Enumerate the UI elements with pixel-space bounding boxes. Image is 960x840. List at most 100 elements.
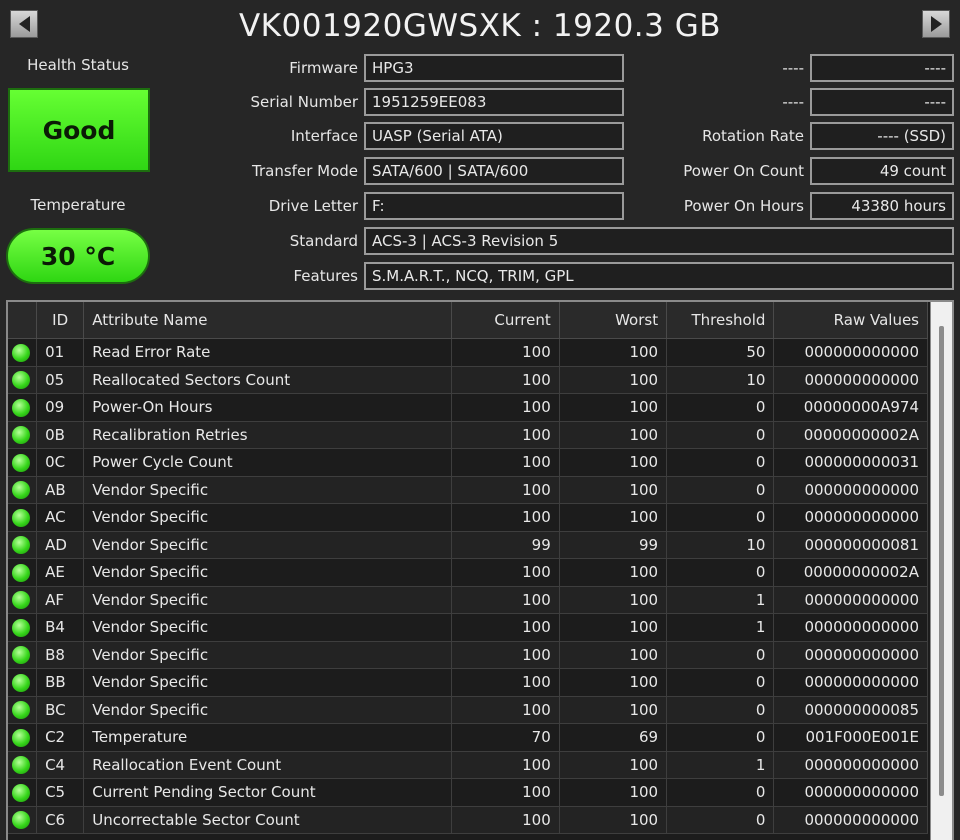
rotation-rate-field: ---- (SSD) <box>810 122 954 150</box>
cell-status <box>8 696 38 724</box>
table-row[interactable]: 01 Read Error Rate 100 100 50 000000000000 <box>8 338 928 367</box>
cell-raw-value: 000000000000 <box>773 476 928 504</box>
table-scrollbar[interactable] <box>930 302 952 840</box>
cell-threshold: 0 <box>666 393 775 422</box>
table-row[interactable]: BC Vendor Specific 100 100 0 000000000085 <box>8 696 928 724</box>
cell-status <box>8 806 38 834</box>
cell-current: 100 <box>451 641 560 669</box>
health-status-button[interactable]: Good <box>8 88 150 172</box>
good-status-dot-icon <box>12 811 30 829</box>
cell-attribute-name: Read Error Rate <box>83 338 453 367</box>
cell-id: 01 <box>36 338 85 367</box>
column-header-raw-values[interactable]: Raw Values <box>773 302 928 339</box>
table-row[interactable]: AC Vendor Specific 100 100 0 000000000000 <box>8 503 928 532</box>
column-header-worst[interactable]: Worst <box>559 302 668 339</box>
transfer-mode-label: Transfer Mode <box>252 162 358 180</box>
cell-raw-value: 000000000000 <box>773 668 928 697</box>
cell-current: 100 <box>451 558 560 587</box>
cell-raw-value: 000000000085 <box>773 696 928 724</box>
scrollbar-thumb[interactable] <box>939 326 944 796</box>
power-on-hours-field: 43380 hours <box>810 192 954 220</box>
power-on-count-label: Power On Count <box>683 162 804 180</box>
good-status-dot-icon <box>12 783 30 802</box>
column-header-id[interactable]: ID <box>36 302 85 339</box>
cell-attribute-name: Vendor Specific <box>83 696 453 724</box>
table-row[interactable]: 0C Power Cycle Count 100 100 0 000000000031 <box>8 448 928 477</box>
cell-threshold: 0 <box>666 421 775 449</box>
cell-status <box>8 668 38 697</box>
cell-raw-value: 000000000000 <box>773 338 928 367</box>
cell-status <box>8 366 38 394</box>
power-on-hours-label: Power On Hours <box>683 197 804 215</box>
cell-id: AD <box>36 531 85 559</box>
smart-attributes-table[interactable]: ID Attribute Name Current Worst Threshol… <box>6 300 954 840</box>
cell-threshold: 0 <box>666 558 775 587</box>
cell-current: 100 <box>451 806 560 834</box>
cell-id: AF <box>36 586 85 614</box>
cell-worst: 100 <box>559 421 668 449</box>
cell-worst: 100 <box>559 586 668 614</box>
cell-current: 100 <box>451 476 560 504</box>
table-row[interactable]: AD Vendor Specific 99 99 10 000000000081 <box>8 531 928 559</box>
transfer-mode-field: SATA/600 | SATA/600 <box>364 157 624 185</box>
cell-threshold: 0 <box>666 778 775 807</box>
good-status-dot-icon <box>12 481 30 499</box>
column-header-threshold[interactable]: Threshold <box>666 302 775 339</box>
cell-attribute-name: Vendor Specific <box>83 531 453 559</box>
table-row[interactable]: BB Vendor Specific 100 100 0 000000000000 <box>8 668 928 697</box>
column-header-current[interactable]: Current <box>451 302 560 339</box>
column-header-attribute-name[interactable]: Attribute Name <box>83 302 453 339</box>
cell-raw-value: 000000000031 <box>773 448 928 477</box>
triangle-right-icon <box>930 16 942 32</box>
cell-status <box>8 558 38 587</box>
firmware-field: HPG3 <box>364 54 624 82</box>
good-status-dot-icon <box>12 618 30 637</box>
table-row[interactable]: AF Vendor Specific 100 100 1 000000000000 <box>8 586 928 614</box>
cell-attribute-name: Uncorrectable Sector Count <box>83 806 453 834</box>
table-row[interactable]: 05 Reallocated Sectors Count 100 100 10 00000… <box>8 366 928 394</box>
cell-worst: 100 <box>559 613 668 642</box>
table-row[interactable]: C6 Uncorrectable Sector Count 100 100 0 00000… <box>8 806 928 834</box>
cell-id: 05 <box>36 366 85 394</box>
good-status-dot-icon <box>12 508 30 527</box>
table-row[interactable]: 0B Recalibration Retries 100 100 0 0000000000… <box>8 421 928 449</box>
serial-number-field: 1951259EE083 <box>364 88 624 116</box>
table-row[interactable]: B4 Vendor Specific 100 100 1 000000000000 <box>8 613 928 642</box>
table-row[interactable]: AB Vendor Specific 100 100 0 000000000000 <box>8 476 928 504</box>
cell-attribute-name: Power-On Hours <box>83 393 453 422</box>
good-status-dot-icon <box>12 398 30 417</box>
good-status-dot-icon <box>12 728 30 747</box>
cell-current: 99 <box>451 531 560 559</box>
table-row[interactable]: AE Vendor Specific 100 100 0 00000000002A <box>8 558 928 587</box>
interface-label: Interface <box>290 127 358 145</box>
features-label: Features <box>293 267 359 285</box>
table-row[interactable]: C4 Reallocation Event Count 100 100 1 0000000… <box>8 751 928 779</box>
cell-id: C6 <box>36 806 85 834</box>
cell-worst: 100 <box>559 751 668 779</box>
cell-status <box>8 723 38 752</box>
table-header-row: ID Attribute Name Current Worst Threshol… <box>8 302 928 339</box>
cell-status <box>8 586 38 614</box>
cell-threshold: 1 <box>666 751 775 779</box>
good-status-dot-icon <box>12 756 30 774</box>
table-row[interactable]: C2 Temperature 70 69 0 001F000E001E <box>8 723 928 752</box>
interface-field: UASP (Serial ATA) <box>364 122 624 150</box>
cell-threshold: 0 <box>666 503 775 532</box>
next-drive-button[interactable] <box>922 10 950 38</box>
cell-worst: 99 <box>559 531 668 559</box>
cell-raw-value: 00000000A974 <box>773 393 928 422</box>
cell-attribute-name: Vendor Specific <box>83 586 453 614</box>
cell-worst: 100 <box>559 503 668 532</box>
firmware-label: Firmware <box>289 59 358 77</box>
cell-threshold: 10 <box>666 366 775 394</box>
table-row[interactable]: C5 Current Pending Sector Count 100 100 0 000… <box>8 778 928 807</box>
cell-worst: 100 <box>559 448 668 477</box>
column-header-status[interactable] <box>8 302 38 339</box>
table-row[interactable]: 09 Power-On Hours 100 100 0 00000000A974 <box>8 393 928 422</box>
cell-status <box>8 778 38 807</box>
cell-raw-value: 000000000000 <box>773 586 928 614</box>
temperature-button[interactable]: 30 °C <box>6 228 150 284</box>
cell-attribute-name: Vendor Specific <box>83 641 453 669</box>
cell-worst: 100 <box>559 366 668 394</box>
table-row[interactable]: B8 Vendor Specific 100 100 0 000000000000 <box>8 641 928 669</box>
